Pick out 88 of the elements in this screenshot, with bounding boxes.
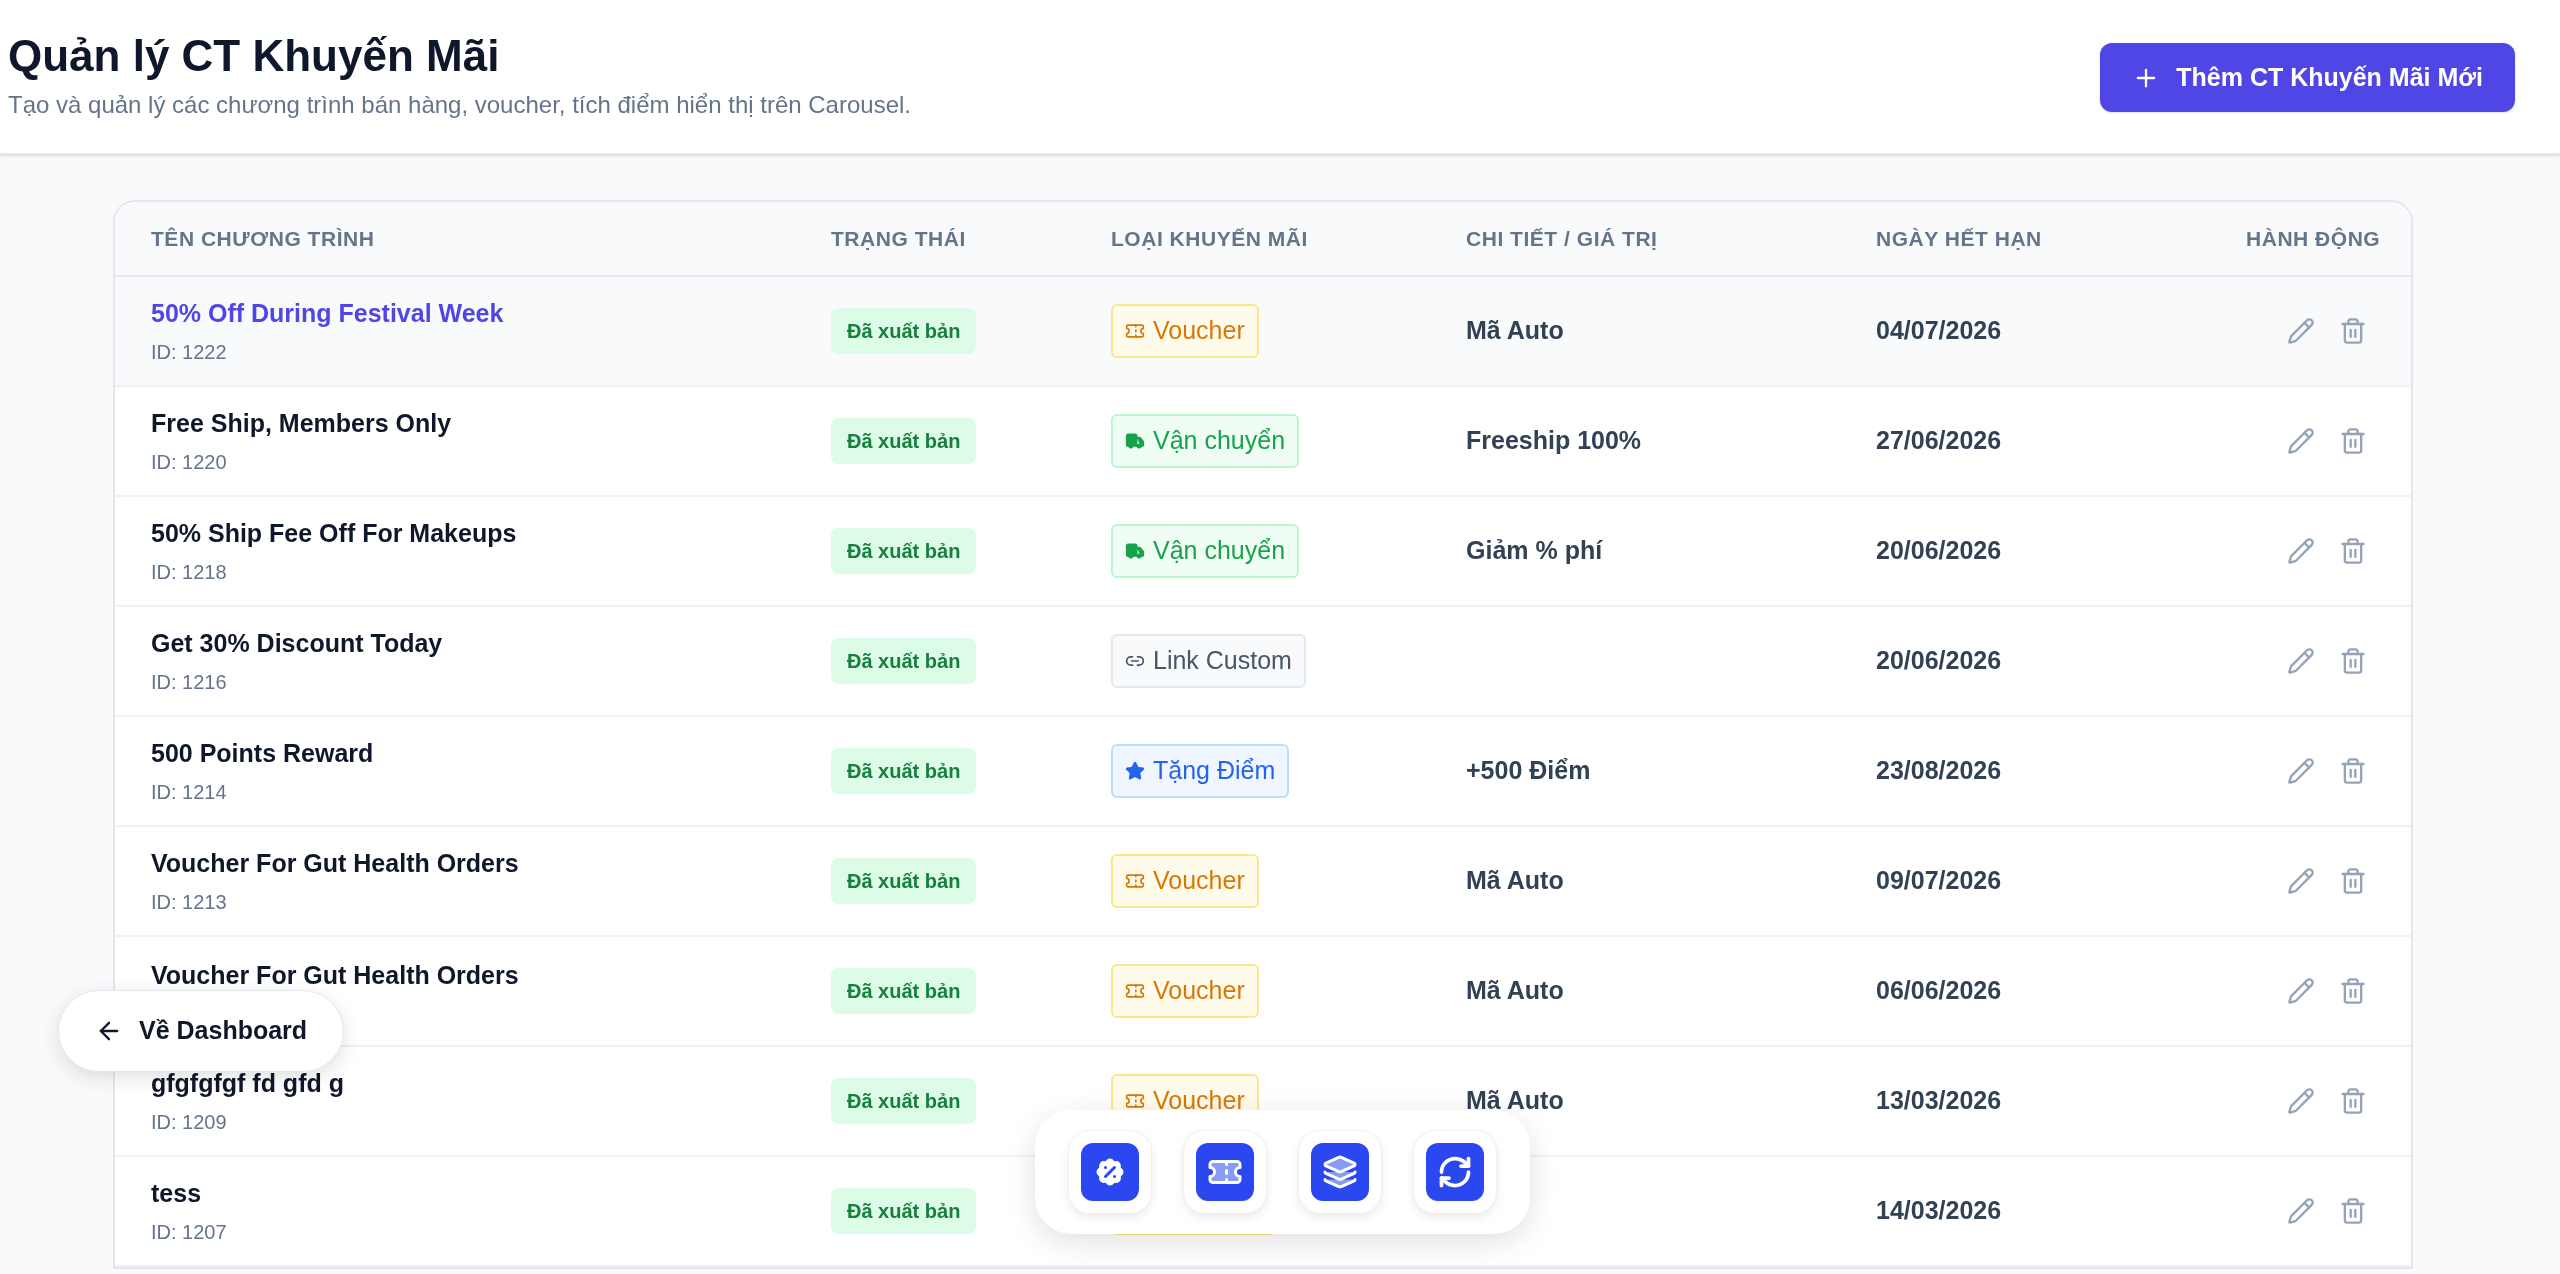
delete-button[interactable] — [2339, 537, 2367, 565]
ticket-icon — [1125, 981, 1145, 1001]
status-badge: Đã xuất bản — [831, 748, 977, 794]
detail-value: Freeship 100% — [1466, 426, 1642, 455]
ticket-icon — [1125, 321, 1145, 341]
program-id: ID: 1216 — [151, 669, 228, 695]
status-badge: Đã xuất bản — [831, 858, 977, 904]
delete-button[interactable] — [2339, 647, 2367, 675]
program-name: Free Ship, Members Only — [151, 408, 453, 440]
delete-button[interactable] — [2339, 757, 2367, 785]
page-subtitle: Tạo và quản lý các chương trình bán hàng, voucher, tích điểm hiển thị trên Carousel. — [8, 90, 911, 120]
delete-button[interactable] — [2339, 427, 2367, 455]
expiry-date: 04/07/2026 — [1876, 316, 2002, 345]
detail-value: +500 Điểm — [1466, 756, 1591, 785]
edit-button[interactable] — [2287, 537, 2315, 565]
star-icon — [1125, 761, 1145, 781]
expiry-date: 06/06/2026 — [1876, 976, 2002, 1005]
detail-value: Giảm % phí — [1466, 536, 1603, 565]
program-id: ID: 1218 — [151, 559, 228, 585]
expiry-date: 20/06/2026 — [1876, 646, 2002, 675]
detail-value: Mã Auto — [1466, 1086, 1564, 1115]
detail-value: Mã Auto — [1466, 866, 1564, 895]
edit-button[interactable] — [2287, 1087, 2315, 1115]
type-badge: Vận chuyển — [1111, 524, 1300, 578]
status-badge: Đã xuất bản — [831, 528, 977, 574]
status-badge: Đã xuất bản — [831, 308, 977, 354]
layers-app-icon[interactable] — [1298, 1130, 1382, 1214]
edit-button[interactable] — [2287, 867, 2315, 895]
truck-icon — [1125, 541, 1145, 561]
edit-button[interactable] — [2287, 757, 2315, 785]
program-id: ID: 1222 — [151, 339, 228, 365]
column-header: NGÀY HẾT HẠN — [1876, 225, 2043, 252]
program-name: Voucher For Gut Health Orders — [151, 959, 520, 991]
program-name: 50% Ship Fee Off For Makeups — [151, 518, 518, 550]
status-badge: Đã xuất bản — [831, 638, 977, 684]
expiry-date: 09/07/2026 — [1876, 866, 2002, 895]
discount-app-icon[interactable] — [1068, 1130, 1152, 1214]
expiry-date: 14/03/2026 — [1876, 1196, 2002, 1225]
program-id: ID: 1209 — [151, 1109, 228, 1135]
status-badge: Đã xuất bản — [831, 968, 977, 1014]
add-promotion-button[interactable]: Thêm CT Khuyến Mãi Mới — [2100, 43, 2515, 112]
expiry-date: 27/06/2026 — [1876, 426, 2002, 455]
truck-icon — [1125, 431, 1145, 451]
program-id: ID: 1207 — [151, 1219, 228, 1245]
status-badge: Đã xuất bản — [831, 418, 977, 464]
column-header: LOẠI KHUYẾN MÃI — [1111, 225, 1309, 252]
detail-value: Mã Auto — [1466, 316, 1564, 345]
expiry-date: 13/03/2026 — [1876, 1086, 2002, 1115]
delete-button[interactable] — [2339, 1197, 2367, 1225]
back-to-dashboard-button[interactable]: Về Dashboard — [58, 990, 345, 1072]
status-badge: Đã xuất bản — [831, 1078, 977, 1124]
highlighted-row[interactable]: 50% Off During Festival Week ID: 1222 Đã xuất bản Voucher Mã Auto 04/07/2026 — [115, 277, 2411, 387]
type-badge: Voucher — [1111, 964, 1259, 1018]
ticket-app-icon[interactable] — [1183, 1130, 1267, 1214]
edit-button[interactable] — [2287, 647, 2315, 675]
type-badge: Link Custom — [1111, 634, 1306, 688]
expiry-date: 20/06/2026 — [1876, 536, 2002, 565]
column-header: HÀNH ĐỘNG — [2246, 225, 2381, 252]
expiry-date: 23/08/2026 — [1876, 756, 2002, 785]
program-name: 50% Off During Festival Week — [151, 298, 505, 330]
type-badge: Vận chuyển — [1111, 414, 1300, 468]
type-badge: Tặng Điểm — [1111, 744, 1290, 798]
program-id: ID: 1214 — [151, 779, 228, 805]
page-title: Quản lý CT Khuyến Mãi — [8, 30, 501, 82]
delete-button[interactable] — [2339, 1087, 2367, 1115]
status-badge: Đã xuất bản — [831, 1188, 977, 1234]
edit-button[interactable] — [2287, 317, 2315, 345]
sync-app-icon[interactable] — [1413, 1130, 1497, 1214]
delete-button[interactable] — [2339, 317, 2367, 345]
program-name: Voucher For Gut Health Orders — [151, 848, 520, 880]
delete-button[interactable] — [2339, 867, 2367, 895]
program-name: tess — [151, 1178, 203, 1210]
type-badge: Voucher — [1111, 854, 1259, 908]
edit-button[interactable] — [2287, 1197, 2315, 1225]
program-id: ID: 1213 — [151, 889, 228, 915]
type-badge: Voucher — [1111, 304, 1259, 358]
ticket-icon — [1125, 1091, 1145, 1111]
program-name: 500 Points Reward — [151, 738, 375, 770]
edit-button[interactable] — [2287, 427, 2315, 455]
column-header: CHI TIẾT / GIÁ TRỊ — [1466, 225, 1659, 252]
column-header: TÊN CHƯƠNG TRÌNH — [151, 225, 376, 252]
delete-button[interactable] — [2339, 977, 2367, 1005]
ticket-icon — [1125, 871, 1145, 891]
program-name: Get 30% Discount Today — [151, 628, 444, 660]
program-id: ID: 1220 — [151, 449, 228, 475]
column-header: TRẠNG THÁI — [831, 225, 967, 252]
edit-button[interactable] — [2287, 977, 2315, 1005]
detail-value: Mã Auto — [1466, 976, 1564, 1005]
